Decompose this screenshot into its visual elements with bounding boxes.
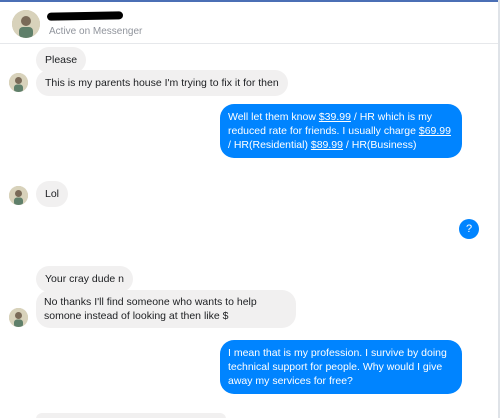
- contact-avatar-small: [9, 73, 28, 92]
- price-link[interactable]: $89.99: [311, 139, 343, 151]
- active-status: Active on Messenger: [49, 26, 143, 37]
- message-text: Lol: [45, 188, 60, 200]
- outgoing-message[interactable]: I mean that is my profession. I survive …: [220, 340, 462, 394]
- price-link[interactable]: $69.99: [419, 125, 451, 137]
- message-text: Well let them know $39.99 / HR which is …: [228, 111, 451, 151]
- incoming-message[interactable]: Lol: [36, 181, 69, 207]
- contact-name-redacted: [46, 11, 124, 21]
- incoming-message[interactable]: This is my parents house I'm trying to f…: [36, 70, 288, 96]
- incoming-message[interactable]: No thanks I'll find someone who wants to…: [36, 290, 296, 328]
- message-text: No thanks I'll find someone who wants to…: [44, 296, 257, 322]
- outgoing-message[interactable]: Well let them know $39.99 / HR which is …: [220, 104, 462, 158]
- incoming-message[interactable]: Your cray dude n: [36, 266, 134, 292]
- message-text: This is my parents house I'm trying to f…: [45, 77, 279, 89]
- message-text: ?: [465, 223, 473, 235]
- message-text: I mean that is my profession. I survive …: [228, 347, 447, 387]
- outgoing-message[interactable]: ?: [459, 219, 479, 239]
- conversation-header: Active on Messenger: [0, 2, 498, 44]
- contact-avatar[interactable]: [12, 10, 40, 38]
- contact-avatar-small: [9, 186, 28, 205]
- incoming-message-partial: [36, 413, 226, 418]
- price-link[interactable]: $39.99: [319, 111, 351, 123]
- contact-avatar-small: [9, 308, 28, 327]
- message-text: Please: [45, 54, 78, 66]
- message-text: Your cray dude n: [45, 273, 125, 285]
